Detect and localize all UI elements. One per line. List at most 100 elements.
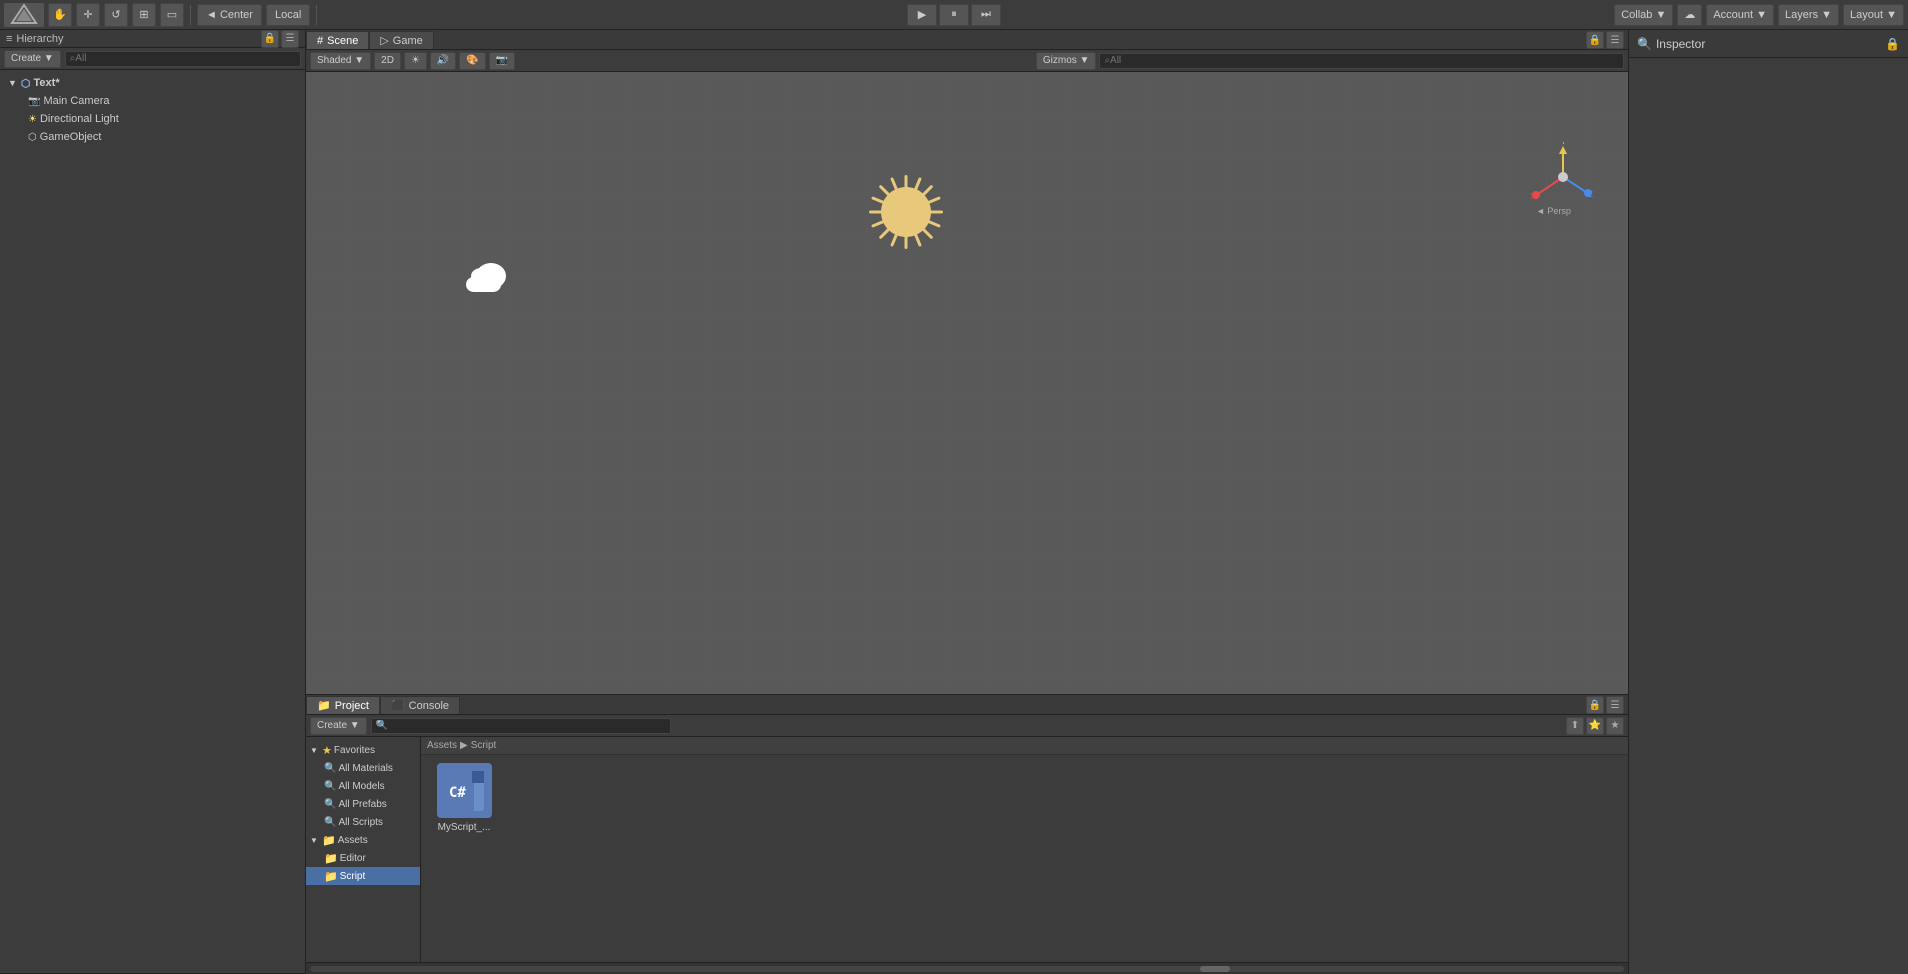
transform-scale-tool[interactable]: ⊞ bbox=[132, 3, 156, 27]
project-all-scripts[interactable]: 🔍 All Scripts bbox=[306, 813, 420, 831]
shading-dropdown[interactable]: Shaded ▼ bbox=[310, 52, 371, 70]
project-main: Assets ▶ Script C# bbox=[421, 737, 1628, 962]
sun-object bbox=[846, 152, 966, 272]
audio-button[interactable]: 🔊 bbox=[430, 52, 456, 70]
layout-button[interactable]: Layout ▼ bbox=[1843, 4, 1904, 26]
light-icon: ☀ bbox=[28, 114, 37, 125]
cloud-object bbox=[461, 267, 506, 292]
tab-game[interactable]: ▷ Game bbox=[369, 31, 433, 49]
main-camera-label: Main Camera bbox=[43, 95, 109, 107]
project-scrollbar[interactable] bbox=[306, 962, 1628, 974]
step-button[interactable]: ⏭ bbox=[971, 4, 1001, 26]
hierarchy-create-button[interactable]: Create ▼ bbox=[4, 50, 61, 68]
center-button[interactable]: ◄ Center bbox=[197, 4, 262, 26]
separator-1 bbox=[190, 5, 191, 25]
breadcrumb-assets: Assets bbox=[427, 740, 457, 751]
hierarchy-item-main-camera[interactable]: 📷 Main Camera bbox=[0, 92, 305, 110]
star-icon: ★ bbox=[322, 744, 332, 757]
scene-search-input[interactable] bbox=[1099, 53, 1624, 69]
project-assets-group[interactable]: ▼ 📁 Assets bbox=[306, 831, 420, 849]
inspector-header: 🔍 Inspector 🔒 bbox=[1629, 30, 1908, 58]
hierarchy-item-directional-light[interactable]: ☀ Directional Light bbox=[0, 110, 305, 128]
cloud-button[interactable]: ☁ bbox=[1677, 4, 1702, 26]
svg-text:X: X bbox=[1530, 192, 1536, 201]
tab-project[interactable]: 📁 Project bbox=[306, 696, 380, 714]
pause-button[interactable]: ⏸ bbox=[939, 4, 969, 26]
file-label-myscript: MyScript_... bbox=[438, 822, 491, 833]
project-lock-icon[interactable]: 🔒 bbox=[1586, 696, 1604, 714]
camera-icon: 📷 bbox=[28, 96, 40, 107]
scene-viewport[interactable]: Y X Z ◄ Persp bbox=[306, 72, 1628, 694]
transform-rotate-tool[interactable]: ↺ bbox=[104, 3, 128, 27]
bottom-toolbar: Create ▼ ⬆ ⭐ ★ bbox=[306, 715, 1628, 737]
center-label: ◄ Center bbox=[206, 9, 253, 21]
layers-button[interactable]: Layers ▼ bbox=[1778, 4, 1839, 26]
play-controls: ▶ ⏸ ⏭ bbox=[907, 4, 1001, 26]
file-item-myscript[interactable]: C# MyScript_... bbox=[429, 763, 499, 833]
gizmos-dropdown[interactable]: Gizmos ▼ bbox=[1036, 52, 1097, 70]
scene-icon: ⬡ bbox=[21, 77, 31, 90]
scene-name: Text* bbox=[34, 77, 60, 89]
breadcrumb: Assets ▶ Script bbox=[421, 737, 1628, 755]
collab-label: Collab ▼ bbox=[1621, 9, 1666, 21]
scene-tab-bar: # Scene ▷ Game 🔒 ☰ bbox=[306, 30, 1628, 50]
main-toolbar: ✋ ✛ ↺ ⊞ ▭ ◄ Center Local ▶ ⏸ ⏭ Collab ▼ … bbox=[0, 0, 1908, 30]
fx-button[interactable]: 🎨 bbox=[459, 52, 485, 70]
hierarchy-content: ▼ ⬡ Text* 📷 Main Camera ☀ Directional Li… bbox=[0, 70, 305, 973]
gameobject-label: GameObject bbox=[40, 131, 102, 143]
scrollbar-thumb[interactable] bbox=[1200, 966, 1230, 972]
scene-camera-button[interactable]: 📷 bbox=[489, 52, 515, 70]
transform-hand-tool[interactable]: ✋ bbox=[48, 3, 72, 27]
project-all-models[interactable]: 🔍 All Models bbox=[306, 777, 420, 795]
hierarchy-toolbar: Create ▼ bbox=[0, 48, 305, 70]
hierarchy-search-input[interactable] bbox=[65, 51, 301, 67]
project-editor-folder[interactable]: 📁 Editor bbox=[306, 849, 420, 867]
bottom-panel: 📁 Project ⬛ Console 🔒 ☰ Create ▼ bbox=[306, 694, 1628, 974]
local-button[interactable]: Local bbox=[266, 4, 310, 26]
scene-toolbar: Shaded ▼ 2D ☀ 🔊 🎨 📷 Gizmos ▼ bbox=[306, 50, 1628, 72]
inspector-title: Inspector bbox=[1656, 37, 1705, 51]
project-star-icon[interactable]: ★ bbox=[1606, 717, 1624, 735]
project-all-materials[interactable]: 🔍 All Materials bbox=[306, 759, 420, 777]
inspector-lock-icon[interactable]: 🔒 bbox=[1885, 37, 1900, 51]
project-save-icon[interactable]: ⬆ bbox=[1566, 717, 1584, 735]
hierarchy-menu-icon[interactable]: ☰ bbox=[281, 30, 299, 48]
transform-rect-tool[interactable]: ▭ bbox=[160, 3, 184, 27]
project-filter-icon[interactable]: ⭐ bbox=[1586, 717, 1604, 735]
console-icon: ⬛ bbox=[391, 699, 405, 712]
scene-menu-icon[interactable]: ☰ bbox=[1606, 31, 1624, 49]
scene-lock-icon[interactable]: 🔒 bbox=[1586, 31, 1604, 49]
transform-move-tool[interactable]: ✛ bbox=[76, 3, 100, 27]
scrollbar-track[interactable] bbox=[310, 966, 1624, 972]
project-search-input[interactable] bbox=[371, 718, 671, 734]
inspector-content bbox=[1629, 58, 1908, 974]
account-button[interactable]: Account ▼ bbox=[1706, 4, 1774, 26]
grid-overlay bbox=[306, 72, 1628, 694]
project-menu-icon[interactable]: ☰ bbox=[1606, 696, 1624, 714]
svg-text:Z: Z bbox=[1588, 190, 1593, 199]
game-icon: ▷ bbox=[380, 34, 388, 47]
project-script-folder[interactable]: 📁 Script bbox=[306, 867, 420, 885]
tab-console[interactable]: ⬛ Console bbox=[380, 696, 460, 714]
bottom-tab-bar: 📁 Project ⬛ Console 🔒 ☰ bbox=[306, 695, 1628, 715]
hierarchy-lock-icon[interactable]: 🔒 bbox=[261, 30, 279, 48]
hierarchy-scene-root[interactable]: ▼ ⬡ Text* bbox=[0, 74, 305, 92]
hierarchy-header: ≡ Hierarchy 🔒 ☰ bbox=[0, 30, 305, 48]
layout-label: Layout ▼ bbox=[1850, 9, 1897, 21]
project-all-prefabs[interactable]: 🔍 All Prefabs bbox=[306, 795, 420, 813]
project-create-button[interactable]: Create ▼ bbox=[310, 717, 367, 735]
lighting-button[interactable]: ☀ bbox=[404, 52, 427, 70]
project-files-area: C# MyScript_... bbox=[421, 755, 1628, 962]
project-sidebar: ▼ ★ Favorites 🔍 All Materials 🔍 All Mode… bbox=[306, 737, 421, 962]
file-icon-csharp: C# bbox=[437, 763, 492, 818]
unity-logo bbox=[4, 3, 44, 27]
play-button[interactable]: ▶ bbox=[907, 4, 937, 26]
account-label: Account ▼ bbox=[1713, 9, 1767, 21]
local-label: Local bbox=[275, 9, 301, 21]
tab-scene[interactable]: # Scene bbox=[306, 31, 369, 49]
hierarchy-item-gameobject[interactable]: ⬡ GameObject bbox=[0, 128, 305, 146]
hierarchy-panel: ≡ Hierarchy 🔒 ☰ Create ▼ ▼ ⬡ Text* 📷 bbox=[0, 30, 306, 974]
2d-button[interactable]: 2D bbox=[374, 52, 401, 70]
project-favorites-group[interactable]: ▼ ★ Favorites bbox=[306, 741, 420, 759]
collab-button[interactable]: Collab ▼ bbox=[1614, 4, 1673, 26]
